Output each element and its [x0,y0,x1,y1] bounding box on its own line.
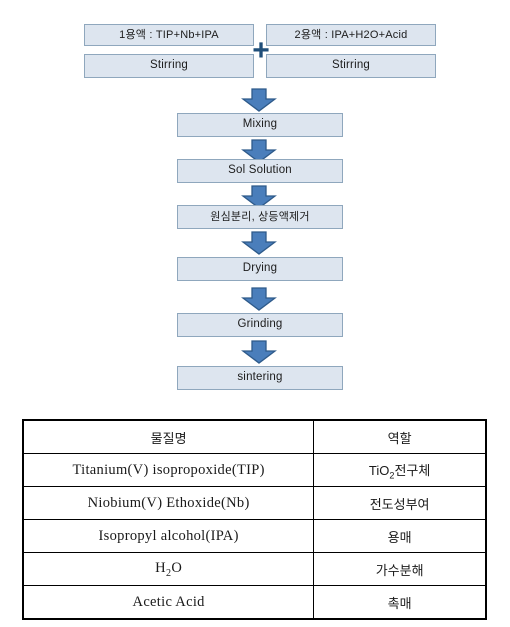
flow-box-stirring-2: Stirring [266,54,436,78]
cell-material-role: 전도성부여 [313,486,487,520]
down-block-arrow-icon [241,231,277,255]
cell-material-role: 용매 [313,519,487,553]
cell-material-role: 가수분해 [313,552,487,586]
tio2-label: TiO2전구체 [368,462,431,481]
flow-box-solution-2: 2용액 : IPA+H2O+Acid [266,24,436,46]
table-header-row: 물질명 역할 [22,419,487,454]
flow-box-solution-1: 1용액 : TIP+Nb+IPA [84,24,254,46]
table-row: Titanium(V) isopropoxide(TIP) TiO2전구체 [22,453,487,487]
flow-box-drying: Drying [177,257,343,281]
cell-material-name: H2O [22,552,315,586]
cell-material-role: 촉매 [313,585,487,620]
table-header-role: 역할 [313,419,487,454]
flow-box-stirring-1: Stirring [84,54,254,78]
table-row: Isopropyl alcohol(IPA) 용매 [22,519,487,553]
down-block-arrow-icon [241,287,277,311]
cell-material-name: Acetic Acid [22,585,315,620]
flow-box-grinding: Grinding [177,313,343,337]
table-row: Niobium(V) Ethoxide(Nb) 전도성부여 [22,486,487,520]
table-row: H2O 가수분해 [22,552,487,586]
flow-box-centrifuge: 원심분리, 상등액제거 [177,205,343,229]
flow-box-mixing: Mixing [177,113,343,137]
cell-material-name: Titanium(V) isopropoxide(TIP) [22,453,315,487]
process-flowchart: 1용액 : TIP+Nb+IPA Stirring 2용액 : IPA+H2O+… [0,0,510,400]
down-block-arrow-icon [241,88,277,112]
cell-material-role: TiO2전구체 [313,453,487,487]
plus-icon: + [252,34,270,67]
table-header-material: 물질명 [22,419,315,454]
down-block-arrow-icon [241,340,277,364]
table-row: Acetic Acid 촉매 [22,585,487,620]
materials-table: 물질명 역할 Titanium(V) isopropoxide(TIP) TiO… [22,419,487,620]
cell-material-name: Isopropyl alcohol(IPA) [22,519,315,553]
h2o-label: H2O [155,559,183,579]
cell-material-name: Niobium(V) Ethoxide(Nb) [22,486,315,520]
flow-box-sol-solution: Sol Solution [177,159,343,183]
flow-box-sintering: sintering [177,366,343,390]
